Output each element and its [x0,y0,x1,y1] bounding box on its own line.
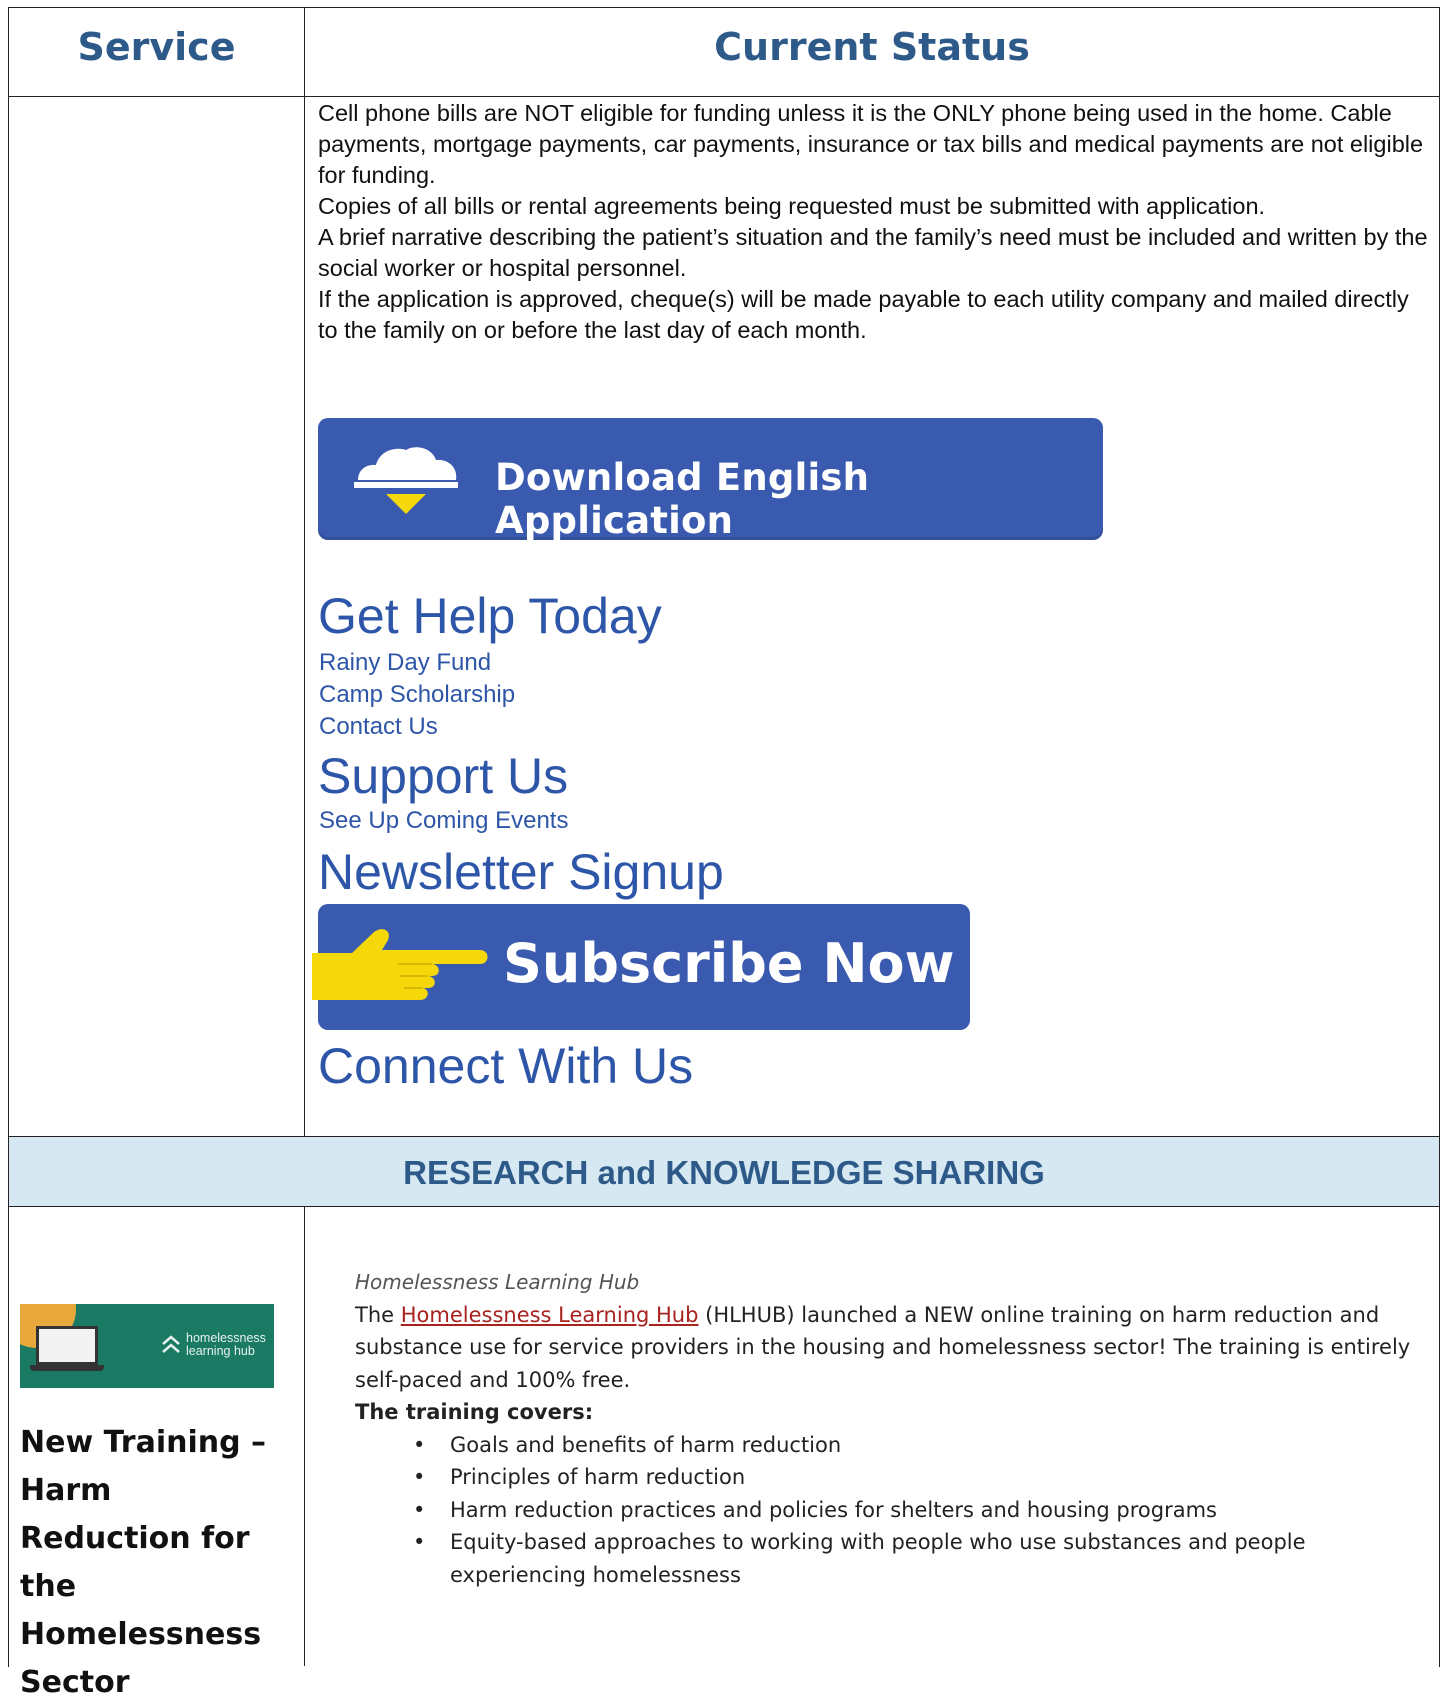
list-item: • Equity-based approaches to working with… [355,1526,1415,1591]
laptop-base [30,1365,104,1371]
get-help-heading[interactable]: Get Help Today [318,588,662,644]
section-title: RESEARCH and KNOWLEDGE SHARING [403,1154,1045,1191]
thumbnail-brand: homelessness learning hub [186,1332,266,1358]
rainy-day-fund-link[interactable]: Rainy Day Fund [319,648,491,678]
document-page: Service Current Status Cell phone bills … [0,0,1449,1700]
support-us-heading[interactable]: Support Us [318,748,568,804]
section-band: RESEARCH and KNOWLEDGE SHARING [9,1137,1439,1206]
double-chevron-up-icon [162,1335,180,1353]
learning-hub-thumbnail: homelessness learning hub [20,1304,274,1388]
status-paragraph: A brief narrative describing the patient… [318,224,1428,281]
covers-list: • Goals and benefits of harm reduction • P… [355,1429,1415,1592]
cloud-download-icon [354,447,458,514]
list-item: • Harm reduction practices and policies f… [355,1494,1415,1527]
download-application-button[interactable]: Download English Application [318,418,1103,542]
learning-hub-link[interactable]: Homelessness Learning Hub [401,1303,699,1327]
intro-paragraph: The Homelessness Learning Hub (HLHUB) la… [355,1299,1415,1397]
hub-label: Homelessness Learning Hub [355,1270,640,1294]
header-current-status: Current Status [714,25,1030,69]
bullet-icon: • [413,1530,426,1554]
column-divider [304,7,305,1137]
training-title: New Training – Harm Reduction for the Ho… [20,1425,267,1700]
covers-title: The training covers: [355,1400,594,1424]
header-divider [8,96,1440,97]
bullet-icon: • [413,1497,426,1522]
pointing-hand-icon [312,929,488,1000]
bullet-icon: • [413,1432,426,1457]
contact-us-link[interactable]: Contact Us [319,712,438,742]
subscribe-button-label: Subscribe Now [503,932,955,995]
newsletter-heading[interactable]: Newsletter Signup [318,844,724,900]
list-item: • Principles of harm reduction [355,1461,1415,1494]
training-description: Homelessness Learning Hub The Homelessne… [355,1266,1415,1591]
connect-heading[interactable]: Connect With Us [318,1038,693,1094]
status-paragraph: Copies of all bills or rental agreements… [318,193,1266,219]
subscribe-now-button[interactable]: Subscribe Now [312,904,970,1030]
brand-line: learning hub [186,1344,255,1358]
status-paragraph: If the application is approved, cheque(s… [318,286,1409,343]
download-button-label: Download English Application [495,456,870,542]
status-paragraph: Cell phone bills are NOT eligible for fu… [318,100,1424,188]
list-item-text: Harm reduction practices and policies fo… [450,1497,1217,1522]
camp-scholarship-link[interactable]: Camp Scholarship [319,680,515,710]
list-item-text: Equity-based approaches to working with … [450,1530,1306,1587]
band-divider [8,1206,1440,1207]
laptop-icon [36,1326,98,1366]
column-divider-lower [304,1206,305,1666]
intro-text: The [355,1302,401,1327]
list-item: • Goals and benefits of harm reduction [355,1429,1415,1462]
status-paragraphs: Cell phone bills are NOT eligible for fu… [318,98,1428,346]
list-item-text: Goals and benefits of harm reduction [450,1432,842,1457]
list-item-text: Principles of harm reduction [450,1465,746,1489]
bullet-icon: • [413,1465,426,1489]
header-service: Service [77,25,236,69]
upcoming-events-link[interactable]: See Up Coming Events [319,806,568,836]
